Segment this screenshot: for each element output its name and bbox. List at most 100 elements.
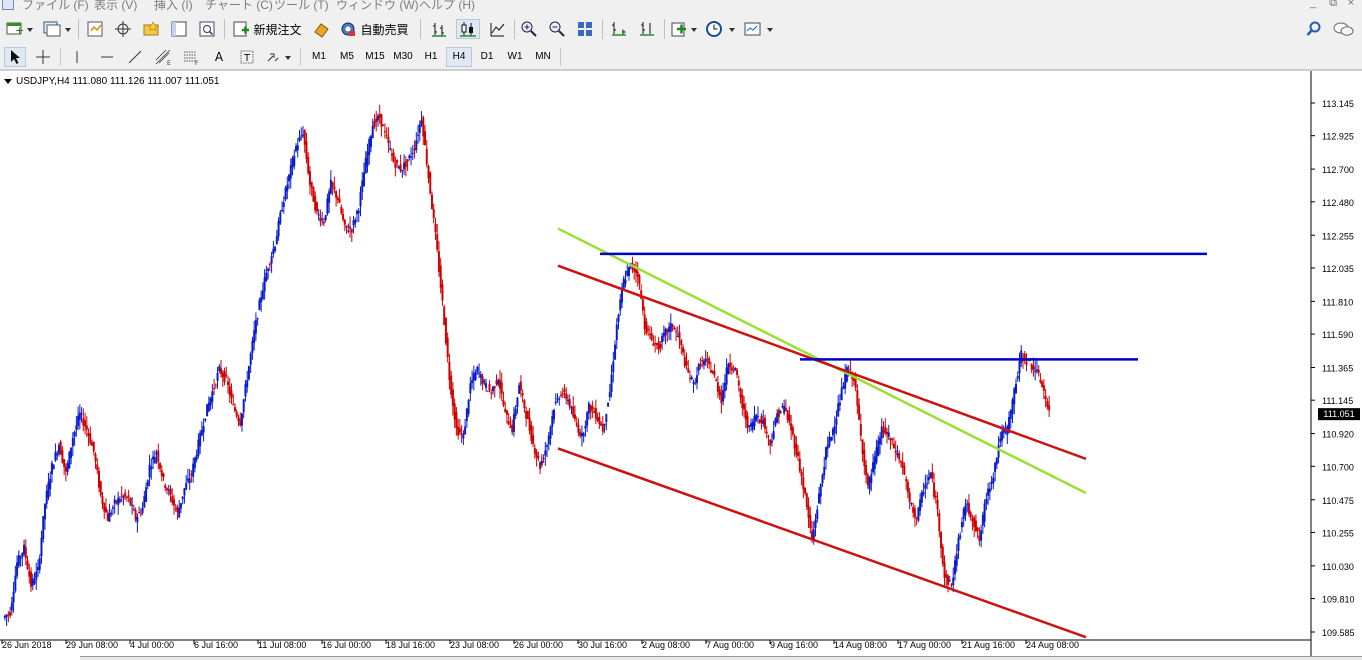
restore-button[interactable]: ⧉ [1326, 0, 1340, 10]
candle-body [786, 410, 789, 420]
candle-body [875, 447, 878, 463]
candle-body [697, 364, 700, 371]
menu-chart[interactable]: チャート (C) [205, 0, 273, 13]
zoom-out-button[interactable] [546, 19, 568, 39]
close-button[interactable]: × [1344, 0, 1358, 10]
candle-body [186, 478, 189, 481]
candle-body [816, 509, 819, 520]
chart-shift-button[interactable] [608, 19, 630, 39]
candle-body [357, 210, 360, 214]
candle-body [504, 408, 507, 412]
new-chart-button[interactable]: + [4, 19, 36, 39]
equidistant-channel-button[interactable]: E [152, 47, 174, 67]
candle-body [258, 300, 261, 310]
text-tool-button[interactable]: A [208, 47, 230, 67]
candle-body [369, 136, 372, 147]
timeframe-m30-button[interactable]: M30 [390, 47, 416, 67]
candle-body [246, 380, 249, 388]
candle-body [110, 512, 113, 515]
menu-help[interactable]: ヘルプ (H) [419, 0, 475, 13]
chat-button[interactable] [1331, 19, 1357, 39]
templates-button[interactable] [742, 19, 776, 39]
candle-body [777, 409, 780, 417]
crosshair-tool-button[interactable] [32, 47, 54, 67]
candle-body [361, 180, 364, 193]
menu-tools[interactable]: ツール (T) [274, 0, 329, 13]
minimize-button[interactable]: _ [1306, 0, 1320, 10]
candle-body [415, 140, 418, 151]
line-chart-button[interactable] [486, 19, 508, 39]
search-button[interactable] [1303, 19, 1325, 39]
navigator-button[interactable] [140, 19, 162, 39]
trendline-1 [557, 227, 1087, 495]
vertical-line-button[interactable] [66, 47, 88, 67]
candle-body [479, 374, 482, 378]
candle-body [521, 393, 524, 396]
strategy-tester-button[interactable] [196, 19, 218, 39]
zoom-in-button[interactable] [518, 19, 540, 39]
candle-body [915, 517, 918, 519]
candle-body [971, 518, 974, 522]
menu-window[interactable]: ウィンドウ (W) [336, 0, 419, 13]
timeframe-m1-button[interactable]: M1 [306, 47, 332, 67]
candle-body [1041, 381, 1044, 388]
time-tick-label: 26 Jul 00:00 [514, 640, 563, 650]
chat-bubble-icon [1333, 22, 1354, 36]
candle-body [528, 417, 531, 431]
timeframe-m15-button[interactable]: M15 [362, 47, 388, 67]
price-tick-label: 111.810 [1322, 297, 1353, 307]
market-watch-button[interactable] [84, 19, 106, 39]
menu-insert[interactable]: 挿入 (I) [154, 0, 193, 13]
candle-body [38, 557, 41, 570]
candle-body [861, 439, 864, 455]
horizontal-line-button[interactable] [96, 47, 118, 67]
candle-body [108, 512, 111, 522]
candle-body [343, 219, 346, 225]
candle-body [50, 463, 53, 475]
timeframe-h4-button[interactable]: H4 [446, 47, 472, 67]
candle-body [701, 360, 704, 362]
candle-body [364, 157, 367, 174]
candle-body [953, 560, 956, 575]
timeframe-w1-button[interactable]: W1 [502, 47, 528, 67]
candle-body [976, 527, 979, 532]
meta-editor-button[interactable] [310, 19, 332, 39]
tile-windows-button[interactable] [574, 19, 596, 39]
candle-body [275, 236, 278, 245]
menu-file[interactable]: ファイル (F) [22, 0, 89, 13]
candle-body [547, 435, 550, 445]
candle-body [221, 373, 224, 378]
candle-body [619, 299, 622, 311]
horizontal-scrollbar[interactable] [80, 656, 1362, 660]
bar-chart-button[interactable] [428, 19, 450, 39]
price-chart[interactable]: 113.145 112.925 112.700 112.480 112.255 112.0… [0, 71, 1362, 660]
data-window-button[interactable] [112, 19, 134, 39]
candlestick-chart-button[interactable] [456, 19, 480, 39]
fibonacci-button[interactable]: F [180, 47, 202, 67]
candle-body [441, 284, 444, 301]
candle-body [509, 425, 512, 428]
candle-body [204, 418, 207, 421]
auto-trading-button[interactable]: 自動売買 [336, 19, 412, 39]
periods-button[interactable] [704, 19, 738, 39]
profiles-button[interactable] [40, 19, 72, 39]
text-label-button[interactable]: T [236, 47, 258, 67]
candle-body [138, 512, 141, 514]
auto-scroll-button[interactable] [636, 19, 658, 39]
price-tick-label: 112.925 [1322, 132, 1354, 142]
candle-body [709, 370, 712, 373]
candle-body [662, 332, 665, 337]
new-order-button[interactable]: 新規注文 [230, 19, 304, 39]
cursor-tool-button[interactable] [4, 47, 26, 67]
timeframe-mn-button[interactable]: MN [530, 47, 556, 67]
chart-window[interactable]: USDJPY,H4 111.080 111.126 111.007 111.05… [0, 70, 1362, 660]
arrows-button[interactable] [264, 47, 294, 67]
menu-view[interactable]: 表示 (V) [94, 0, 137, 13]
candle-body [301, 134, 304, 136]
indicators-button[interactable] [668, 19, 700, 39]
timeframe-m5-button[interactable]: M5 [334, 47, 360, 67]
trendline-button[interactable] [124, 47, 146, 67]
timeframe-d1-button[interactable]: D1 [474, 47, 500, 67]
terminal-button[interactable] [168, 19, 190, 39]
timeframe-h1-button[interactable]: H1 [418, 47, 444, 67]
